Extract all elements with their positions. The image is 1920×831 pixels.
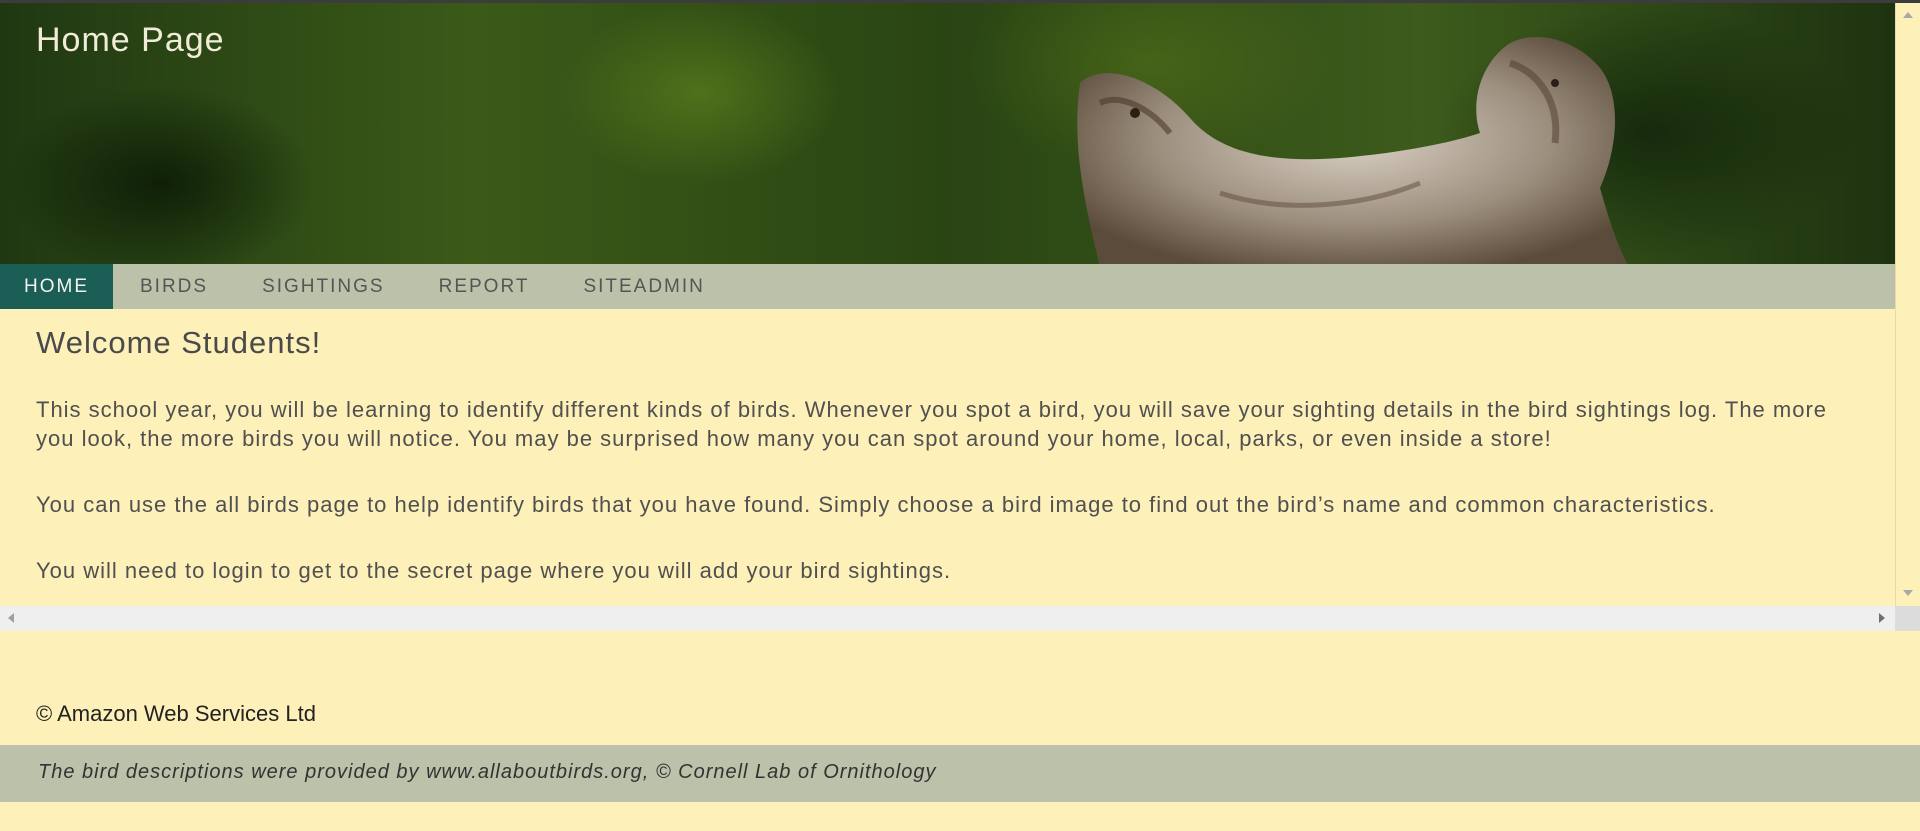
nav-item-sightings[interactable]: SIGHTINGS: [235, 264, 412, 309]
page-title: Home Page: [36, 21, 225, 59]
content-frame: Home Page HOME BIRDS SIGHTINGS REPORT SI…: [0, 3, 1920, 631]
frame-viewport: Home Page HOME BIRDS SIGHTINGS REPORT SI…: [0, 3, 1895, 606]
welcome-heading: Welcome Students!: [36, 325, 322, 360]
nav-item-birds[interactable]: BIRDS: [113, 264, 235, 309]
scroll-right-icon[interactable]: [1879, 613, 1885, 623]
scroll-down-icon[interactable]: [1903, 590, 1913, 596]
login-paragraph: You will need to login to get to the sec…: [36, 558, 952, 583]
scroll-up-icon[interactable]: [1903, 12, 1913, 18]
scrollbar-corner: [1895, 606, 1920, 631]
header-banner: Home Page: [0, 3, 1895, 264]
intro-paragraph: This school year, you will be learning t…: [36, 397, 1828, 451]
copyright-text: © Amazon Web Services Ltd: [36, 701, 316, 726]
main-content: Welcome Students! This school year, you …: [36, 325, 1866, 606]
bird-photo: [1077, 37, 1628, 264]
nav-item-siteadmin[interactable]: SITEADMIN: [556, 264, 731, 309]
birds-page-paragraph: You can use the all birds page to help i…: [36, 492, 1716, 517]
nav-item-report[interactable]: REPORT: [412, 264, 557, 309]
horizontal-scrollbar[interactable]: [0, 606, 1895, 631]
main-nav: HOME BIRDS SIGHTINGS REPORT SITEADMIN: [0, 264, 1895, 309]
vertical-scrollbar[interactable]: [1895, 3, 1920, 606]
footer-credit: The bird descriptions were provided by w…: [38, 761, 937, 783]
footer-bar: The bird descriptions were provided by w…: [0, 745, 1920, 802]
scroll-left-icon[interactable]: [8, 613, 14, 623]
nav-item-home[interactable]: HOME: [0, 264, 113, 309]
